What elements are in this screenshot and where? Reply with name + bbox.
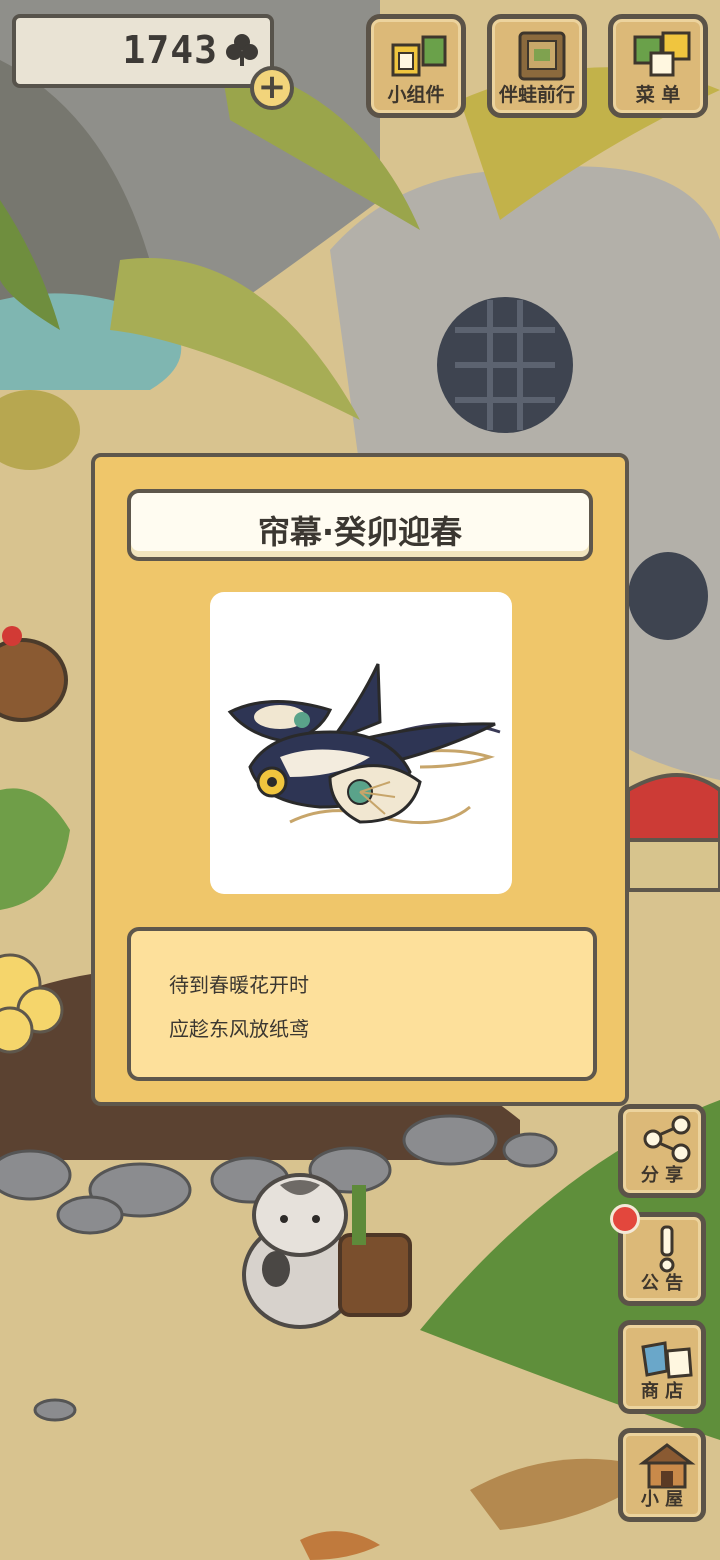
widgets-icon <box>391 35 447 77</box>
exclamation-icon <box>659 1225 675 1273</box>
clover-count: 1743 <box>122 28 218 72</box>
travel-button[interactable]: 伴蛙前行 <box>487 14 587 118</box>
book-icon <box>518 31 566 81</box>
shop-button[interactable]: 商 店 <box>618 1320 706 1414</box>
notice-label: 公 告 <box>640 1273 684 1294</box>
share-label: 分 享 <box>640 1165 684 1186</box>
description-line-1: 待到春暖花开时 <box>169 973 309 997</box>
widgets-label: 小组件 <box>387 84 445 106</box>
item-title: 帘幕·癸卯迎春 <box>257 513 463 551</box>
travel-label: 伴蛙前行 <box>498 84 575 106</box>
add-clover-button[interactable]: + <box>250 66 294 110</box>
house-button[interactable]: 小 屋 <box>618 1428 706 1522</box>
shop-bags-icon <box>641 1341 693 1379</box>
clover-counter: 1743 <box>12 14 274 88</box>
house-label: 小 屋 <box>640 1489 684 1510</box>
menu-button[interactable]: 菜 单 <box>608 14 708 118</box>
shop-label: 商 店 <box>640 1381 684 1402</box>
clover-icon <box>226 34 258 66</box>
notification-badge <box>610 1204 640 1234</box>
item-title-box: 帘幕·癸卯迎春 <box>127 489 593 561</box>
item-detail-dialog: 帘幕·癸卯迎春 待到春暖花开时 应趁东风放纸鸢 <box>91 453 629 1106</box>
item-description-box: 待到春暖花开时 应趁东风放纸鸢 <box>127 927 597 1081</box>
share-icon <box>643 1115 691 1163</box>
menu-label: 菜 单 <box>635 84 681 106</box>
share-button[interactable]: 分 享 <box>618 1104 706 1198</box>
swallow-kite-icon <box>227 663 501 825</box>
house-icon <box>638 1443 696 1489</box>
menu-icon <box>633 31 691 77</box>
item-image <box>210 592 512 894</box>
widgets-button[interactable]: 小组件 <box>366 14 466 118</box>
description-line-2: 应趁东风放纸鸢 <box>169 1017 309 1041</box>
